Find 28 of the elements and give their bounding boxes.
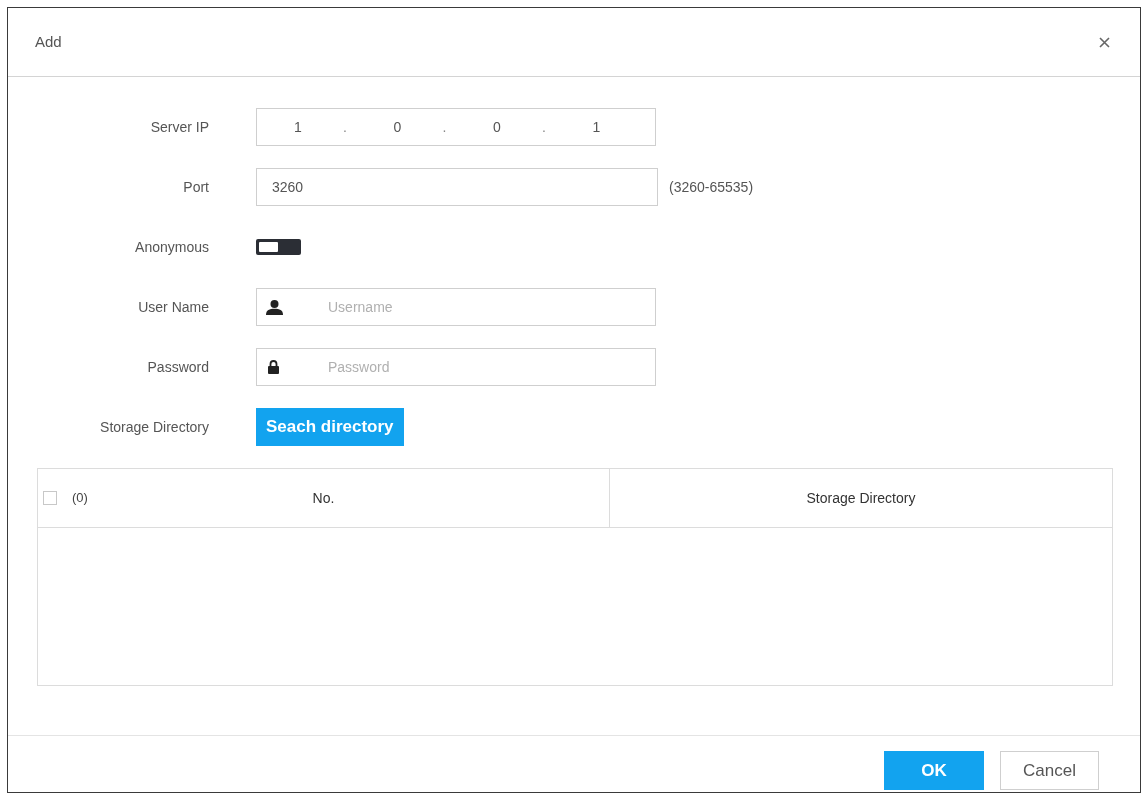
range-hint: (3260-65535) [669, 177, 754, 197]
toggle-switch[interactable] [256, 239, 301, 255]
column-header: No. [311, 488, 336, 508]
dialog-title: Add [35, 31, 62, 52]
port-field[interactable]: 3260 [256, 168, 658, 206]
password-field[interactable]: Password [256, 348, 656, 386]
close-icon[interactable] [1099, 36, 1110, 48]
person-icon [266, 299, 283, 315]
checkbox[interactable] [43, 491, 57, 505]
ip-separator: . [541, 117, 547, 137]
field-label: Password [146, 357, 209, 377]
username-field[interactable]: Username [256, 288, 656, 326]
ip-separator: . [441, 117, 448, 137]
ip-address-field[interactable]: 1 . 0 . 0 . 1 [256, 108, 656, 146]
selection-count: (0) [72, 489, 88, 508]
ip-octet[interactable]: 0 [456, 116, 538, 138]
ip-octet[interactable]: 0 [356, 116, 439, 138]
cancel-button[interactable]: Cancel [1000, 751, 1099, 790]
field-label: Anonymous [134, 237, 209, 257]
field-label: Server IP [149, 117, 209, 137]
field-label: Port [182, 177, 209, 197]
field-label: User Name [137, 297, 209, 317]
ip-separator: . [342, 117, 348, 137]
column-header: Storage Directory [806, 488, 916, 508]
lock-icon [268, 360, 279, 374]
field-label: Storage Directory [99, 417, 209, 437]
ip-octet[interactable]: 1 [257, 116, 339, 138]
ip-octet[interactable]: 1 [555, 116, 638, 138]
